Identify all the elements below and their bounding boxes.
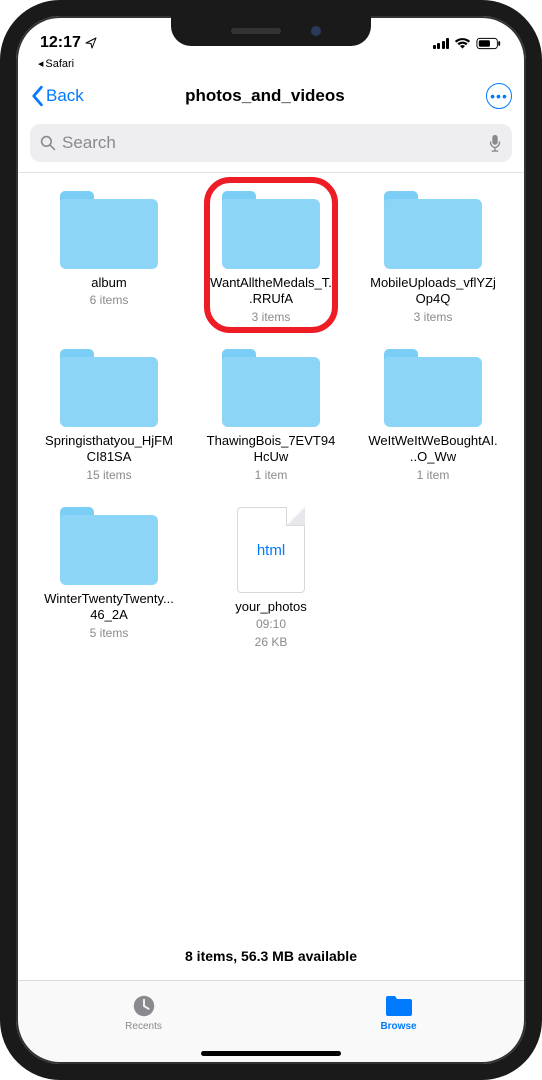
tab-recents[interactable]: Recents	[16, 981, 271, 1044]
folder-item[interactable]: IWantAlltheMedals_T...RRUfA 3 items	[196, 191, 346, 325]
folder-icon	[384, 993, 414, 1019]
folder-item[interactable]: album 6 items	[34, 191, 184, 325]
folder-item[interactable]: Springisthatyou_HjFMCI81SA 15 items	[34, 349, 184, 483]
folder-icon	[60, 507, 158, 585]
location-icon	[85, 37, 97, 49]
item-meta: 1 item	[255, 468, 288, 484]
folder-item[interactable]: MobileUploads_vflYZjOp4Q 3 items	[358, 191, 508, 325]
item-name: your_photos	[235, 599, 307, 615]
item-meta: 1 item	[417, 468, 450, 484]
item-meta: 15 items	[86, 468, 131, 484]
navigation-bar: Back photos_and_videos •••	[16, 74, 526, 118]
app-return-link[interactable]: Safari	[16, 58, 526, 70]
ellipsis-icon: •••	[490, 88, 508, 104]
cellular-signal-icon	[433, 37, 450, 49]
folder-item[interactable]: WinterTwentyTwenty...46_2A 5 items	[34, 507, 184, 650]
item-name: MobileUploads_vflYZjOp4Q	[368, 275, 498, 308]
folder-icon	[60, 191, 158, 269]
more-options-button[interactable]: •••	[486, 83, 512, 109]
file-item[interactable]: html your_photos 09:10 26 KB	[196, 507, 346, 650]
item-meta: 09:10	[256, 617, 286, 633]
item-meta: 5 items	[90, 626, 129, 642]
item-name: IWantAlltheMedals_T...RRUfA	[206, 275, 336, 308]
status-time: 12:17	[40, 34, 81, 52]
file-grid: album 6 items IWantAlltheMedals_T...RRUfA 3…	[16, 173, 526, 661]
clock-icon	[130, 993, 158, 1019]
file-icon: html	[237, 507, 305, 593]
item-name: WinterTwentyTwenty...46_2A	[44, 591, 174, 624]
tab-browse[interactable]: Browse	[271, 981, 526, 1044]
search-input[interactable]	[62, 133, 482, 153]
folder-item[interactable]: WeItWeItWeBoughtAI...O_Ww 1 item	[358, 349, 508, 483]
search-field[interactable]	[30, 124, 512, 162]
item-name: Springisthatyou_HjFMCI81SA	[44, 433, 174, 466]
battery-icon	[476, 37, 502, 50]
item-meta: 3 items	[414, 310, 453, 326]
item-meta: 26 KB	[255, 635, 288, 651]
folder-icon	[222, 349, 320, 427]
page-title: photos_and_videos	[44, 86, 486, 106]
item-name: WeItWeItWeBoughtAI...O_Ww	[368, 433, 498, 466]
footer-status: 8 items, 56.3 MB available	[16, 936, 526, 976]
folder-icon	[384, 349, 482, 427]
folder-item[interactable]: ThawingBois_7EVT94HcUw 1 item	[196, 349, 346, 483]
wifi-icon	[454, 37, 471, 50]
folder-icon	[384, 191, 482, 269]
folder-icon	[222, 191, 320, 269]
chevron-left-icon	[30, 85, 44, 107]
item-meta: 6 items	[90, 293, 129, 309]
folder-icon	[60, 349, 158, 427]
search-icon	[40, 135, 56, 151]
microphone-icon[interactable]	[488, 134, 502, 152]
item-meta: 3 items	[252, 310, 291, 326]
item-name: ThawingBois_7EVT94HcUw	[206, 433, 336, 466]
item-name: album	[91, 275, 126, 291]
home-indicator[interactable]	[201, 1051, 341, 1056]
